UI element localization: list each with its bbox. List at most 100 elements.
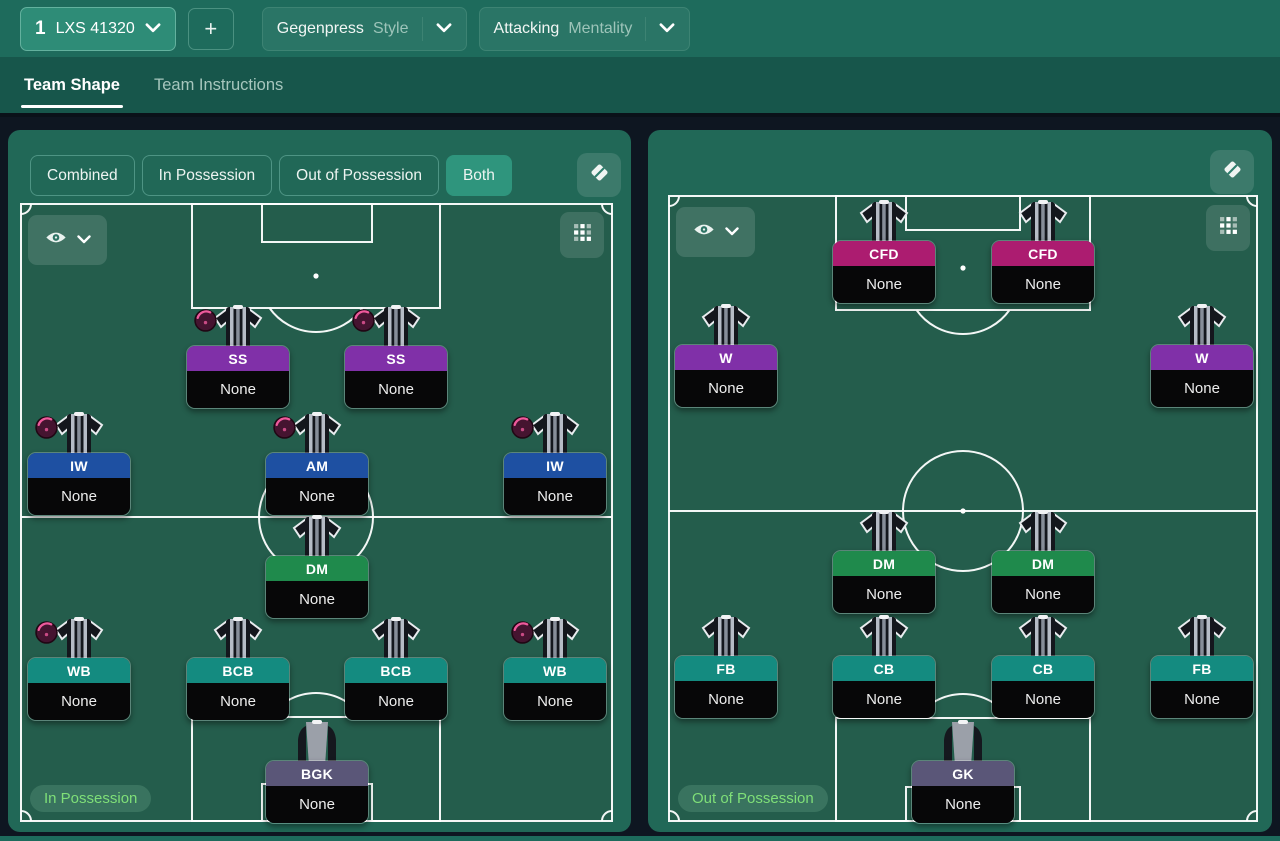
chevron-down-icon xyxy=(145,20,161,38)
player-name: None xyxy=(266,786,368,823)
player-name: None xyxy=(992,266,1094,303)
eye-icon xyxy=(693,222,715,242)
pitch-overlay-button[interactable] xyxy=(1210,150,1254,194)
mentality-label: Mentality xyxy=(568,19,633,37)
player-dm[interactable]: DM None xyxy=(265,515,369,619)
player-name: None xyxy=(833,576,935,613)
role-code: SS xyxy=(187,346,289,371)
chevron-down-icon xyxy=(76,231,91,249)
player-gk[interactable]: GK None xyxy=(911,720,1015,824)
player-dm[interactable]: DM None xyxy=(991,510,1095,614)
player-bcb[interactable]: BCB None xyxy=(186,617,290,721)
ball-icon xyxy=(273,416,296,444)
view-options-dropdown[interactable] xyxy=(676,207,755,257)
player-fb[interactable]: FB None xyxy=(674,615,778,719)
role-badge: SS None xyxy=(186,345,290,409)
player-name: None xyxy=(187,683,289,720)
team-name: LXS 41320 xyxy=(55,19,135,37)
role-badge: GK None xyxy=(911,760,1015,824)
add-tactic-button[interactable]: + xyxy=(187,7,234,50)
filter-both[interactable]: Both xyxy=(445,155,512,196)
player-cfd[interactable]: CFD None xyxy=(991,200,1095,304)
role-badge: CFD None xyxy=(991,240,1095,304)
role-badge: BCB None xyxy=(186,657,290,721)
player-name: None xyxy=(266,581,368,618)
player-ss[interactable]: SS None xyxy=(344,305,448,409)
chevron-down-icon xyxy=(659,20,675,38)
filter-in-possession[interactable]: In Possession xyxy=(141,155,273,196)
player-name: None xyxy=(504,478,606,515)
role-code: W xyxy=(675,345,777,370)
role-badge: FB None xyxy=(1150,655,1254,719)
player-name: None xyxy=(992,681,1094,718)
player-name: None xyxy=(1151,370,1253,407)
role-code: SS xyxy=(345,346,447,371)
role-code: W xyxy=(1151,345,1253,370)
role-code: CB xyxy=(992,656,1094,681)
pitch-overlay-button[interactable] xyxy=(577,153,621,197)
tab-team-instructions[interactable]: Team Instructions xyxy=(154,57,283,113)
role-code: WB xyxy=(28,658,130,683)
player-wb[interactable]: WB None xyxy=(27,617,131,721)
footer-strip xyxy=(0,836,1280,841)
out-of-possession-pitch: Out of Possession CFD None CFD None W None W No… xyxy=(668,195,1258,824)
role-code: BCB xyxy=(345,658,447,683)
player-name: None xyxy=(345,683,447,720)
eye-icon xyxy=(45,230,67,250)
player-iw[interactable]: IW None xyxy=(27,412,131,516)
tab-strip: Team Shape Team Instructions xyxy=(0,57,1280,117)
out-of-possession-panel: Out of Possession CFD None CFD None W None W No… xyxy=(648,130,1272,832)
divider xyxy=(421,16,423,41)
role-code: DM xyxy=(833,551,935,576)
player-fb[interactable]: FB None xyxy=(1150,615,1254,719)
player-cfd[interactable]: CFD None xyxy=(832,200,936,304)
player-name: None xyxy=(833,266,935,303)
chevron-down-icon xyxy=(436,20,452,38)
role-badge: IW None xyxy=(503,452,607,516)
player-w[interactable]: W None xyxy=(1150,304,1254,408)
player-name: None xyxy=(266,478,368,515)
player-ss[interactable]: SS None xyxy=(186,305,290,409)
mentality-dropdown[interactable]: Attacking Mentality xyxy=(478,6,691,51)
role-badge: DM None xyxy=(265,555,369,619)
role-badge: DM None xyxy=(991,550,1095,614)
formation-grid-button[interactable] xyxy=(560,212,604,258)
ball-icon xyxy=(194,309,217,337)
in-possession-pitch: In Possession SS None SS None IW None AM None IW… xyxy=(20,203,613,824)
player-bcb[interactable]: BCB None xyxy=(344,617,448,721)
top-bar: 1 LXS 41320 + Gegenpress Style Attacking… xyxy=(0,0,1280,57)
role-code: CB xyxy=(833,656,935,681)
player-cb[interactable]: CB None xyxy=(991,615,1095,719)
role-code: WB xyxy=(504,658,606,683)
possession-filter-group: Combined In Possession Out of Possession Bo… xyxy=(30,155,512,196)
role-badge: IW None xyxy=(27,452,131,516)
team-selector-dropdown[interactable]: 1 LXS 41320 xyxy=(20,6,176,51)
player-am[interactable]: AM None xyxy=(265,412,369,516)
filter-out-of-possession[interactable]: Out of Possession xyxy=(279,155,439,196)
tab-team-shape[interactable]: Team Shape xyxy=(21,57,123,113)
player-name: None xyxy=(187,371,289,408)
player-name: None xyxy=(675,370,777,407)
divider xyxy=(645,16,647,41)
tilted-pitch-icon xyxy=(1222,159,1243,185)
player-name: None xyxy=(28,478,130,515)
player-wb[interactable]: WB None xyxy=(503,617,607,721)
style-dropdown[interactable]: Gegenpress Style xyxy=(261,6,467,51)
view-options-dropdown[interactable] xyxy=(28,215,107,265)
player-cb[interactable]: CB None xyxy=(832,615,936,719)
formation-grid-button[interactable] xyxy=(1206,205,1250,251)
player-name: None xyxy=(992,576,1094,613)
player-bgk[interactable]: BGK None xyxy=(265,720,369,824)
role-badge: W None xyxy=(1150,344,1254,408)
player-iw[interactable]: IW None xyxy=(503,412,607,516)
role-code: IW xyxy=(504,453,606,478)
filter-combined[interactable]: Combined xyxy=(30,155,135,196)
style-value: Gegenpress xyxy=(276,19,364,37)
player-w[interactable]: W None xyxy=(674,304,778,408)
ball-icon xyxy=(511,416,534,444)
role-badge: BCB None xyxy=(344,657,448,721)
role-code: IW xyxy=(28,453,130,478)
player-dm[interactable]: DM None xyxy=(832,510,936,614)
role-badge: CB None xyxy=(991,655,1095,719)
role-badge: FB None xyxy=(674,655,778,719)
